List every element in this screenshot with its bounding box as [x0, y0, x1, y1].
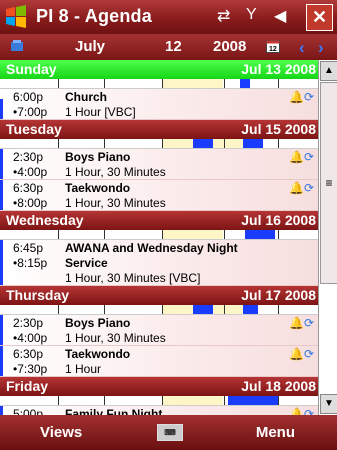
- year-selector[interactable]: 2008: [213, 38, 246, 55]
- day-selector[interactable]: 12: [165, 38, 182, 55]
- day-name: Friday: [6, 378, 49, 394]
- scroll-down-button[interactable]: ▼: [320, 394, 337, 414]
- scroll-up-button[interactable]: ▲: [320, 61, 337, 81]
- day-name: Wednesday: [6, 212, 84, 228]
- appointment-subject: Boys Piano: [65, 316, 131, 330]
- end-time: •8:00p: [13, 196, 48, 210]
- start-time: 5:00p: [13, 407, 44, 415]
- close-button[interactable]: ✕: [306, 4, 333, 31]
- day-timeline: [0, 230, 318, 240]
- previous-arrow-icon[interactable]: ‹: [299, 38, 305, 58]
- reminder-bell-icon: 🔔: [288, 90, 304, 104]
- keyboard-icon[interactable]: ⌨: [157, 424, 183, 441]
- views-softkey[interactable]: Views: [40, 424, 82, 441]
- appointment-subject: Family Fun Night: [65, 407, 163, 415]
- day-date: Jul 18 2008: [241, 378, 316, 394]
- appointment-details: 1 Hour [VBC]: [65, 105, 136, 119]
- back-to-list-icon[interactable]: [10, 39, 24, 53]
- day-timeline: [0, 139, 318, 149]
- day-name: Tuesday: [6, 121, 62, 137]
- appointment[interactable]: 5:00p Family Fun Night 🔔⟳: [0, 406, 318, 415]
- end-time: •7:30p: [13, 362, 48, 376]
- vertical-scrollbar[interactable]: ▲ ≡ ▼: [318, 60, 337, 415]
- appointment[interactable]: 2:30p Boys Piano 🔔⟳ •4:00p 1 Hour, 30 Minu…: [0, 315, 318, 346]
- appointment-subject: Church: [65, 90, 107, 104]
- appointment-details: 1 Hour, 30 Minutes: [65, 196, 166, 210]
- reminder-bell-icon: 🔔: [288, 347, 304, 361]
- end-time: •7:00p: [13, 105, 48, 119]
- reminder-bell-icon: 🔔: [288, 407, 304, 415]
- end-time: •8:15p: [13, 256, 48, 270]
- recurrence-icon: ⟳: [303, 316, 314, 330]
- reminder-bell-icon: 🔔: [288, 181, 304, 195]
- day-name: Thursday: [6, 287, 70, 303]
- appointment[interactable]: 6:00p Church 🔔⟳ •7:00p 1 Hour [VBC]: [0, 89, 318, 120]
- network-icon[interactable]: ⇄: [217, 6, 230, 26]
- appointment-details: 1 Hour, 30 Minutes: [65, 331, 166, 345]
- day-header-tuesday[interactable]: Tuesday Jul 15 2008: [0, 120, 318, 139]
- recurrence-icon: ⟳: [303, 181, 314, 195]
- end-time: •4:00p: [13, 331, 48, 345]
- recurrence-icon: ⟳: [303, 150, 314, 164]
- agenda-list[interactable]: Sunday Jul 13 2008 6:00p Church 🔔⟳ •7:00p…: [0, 60, 318, 415]
- scroll-thumb[interactable]: ≡: [320, 82, 337, 284]
- windows-start-icon[interactable]: [3, 4, 29, 30]
- reminder-bell-icon: 🔔: [288, 150, 304, 164]
- appointment[interactable]: 2:30p Boys Piano 🔔⟳ •4:00p 1 Hour, 30 Minu…: [0, 149, 318, 180]
- app-title: PI 8 - Agenda: [36, 6, 152, 26]
- appointment-subject: Boys Piano: [65, 150, 131, 164]
- appointment-details: 1 Hour: [65, 362, 102, 376]
- end-time: •4:00p: [13, 165, 48, 179]
- svg-text:12: 12: [269, 46, 277, 53]
- day-timeline: [0, 305, 318, 315]
- reminder-bell-icon: 🔔: [288, 316, 304, 330]
- month-selector[interactable]: July: [75, 38, 105, 55]
- date-navigation: July 12 2008 12 ‹ ›: [0, 34, 337, 60]
- appointment[interactable]: 6:30p Taekwondo 🔔⟳ •8:00p 1 Hour, 30 Minut…: [0, 180, 318, 211]
- appointment-details: 1 Hour, 30 Minutes: [65, 165, 166, 179]
- calendar-icon[interactable]: 12: [266, 39, 280, 53]
- day-date: Jul 17 2008: [241, 287, 316, 303]
- volume-icon[interactable]: ◀: [274, 6, 286, 26]
- appointment-details: 1 Hour, 30 Minutes [VBC]: [65, 271, 201, 285]
- start-time: 2:30p: [13, 316, 44, 330]
- soft-key-bar: Views ⌨ Menu: [0, 415, 337, 450]
- start-time: 6:00p: [13, 90, 44, 104]
- start-time: 2:30p: [13, 150, 44, 164]
- appointment[interactable]: 6:30p Taekwondo 🔔⟳ •7:30p 1 Hour: [0, 346, 318, 377]
- menu-softkey[interactable]: Menu: [256, 424, 295, 441]
- start-time: 6:45p: [13, 241, 44, 255]
- recurrence-icon: ⟳: [303, 407, 314, 415]
- day-header-thursday[interactable]: Thursday Jul 17 2008: [0, 286, 318, 305]
- day-header-friday[interactable]: Friday Jul 18 2008: [0, 377, 318, 396]
- appointment-subject: Taekwondo: [65, 181, 131, 195]
- recurrence-icon: ⟳: [303, 90, 314, 104]
- signal-icon[interactable]: Y: [246, 6, 257, 24]
- day-header-sunday[interactable]: Sunday Jul 13 2008: [0, 60, 318, 79]
- day-date: Jul 13 2008: [241, 61, 316, 77]
- start-time: 6:30p: [13, 181, 44, 195]
- title-bar: PI 8 - Agenda ⇄ Y ◀ ✕: [0, 0, 337, 34]
- day-timeline: [0, 396, 318, 406]
- day-date: Jul 16 2008: [241, 212, 316, 228]
- day-name: Sunday: [6, 61, 57, 77]
- appointment-subject: AWANA and Wednesday Night: [65, 241, 238, 255]
- next-arrow-icon[interactable]: ›: [318, 38, 324, 58]
- start-time: 6:30p: [13, 347, 44, 361]
- day-header-wednesday[interactable]: Wednesday Jul 16 2008: [0, 211, 318, 230]
- appointment-subject-continued: Service: [65, 256, 108, 270]
- day-date: Jul 15 2008: [241, 121, 316, 137]
- appointment[interactable]: 6:45p AWANA and Wednesday Night •8:15p Ser…: [0, 240, 318, 286]
- recurrence-icon: ⟳: [303, 347, 314, 361]
- appointment-subject: Taekwondo: [65, 347, 131, 361]
- day-timeline: [0, 79, 318, 89]
